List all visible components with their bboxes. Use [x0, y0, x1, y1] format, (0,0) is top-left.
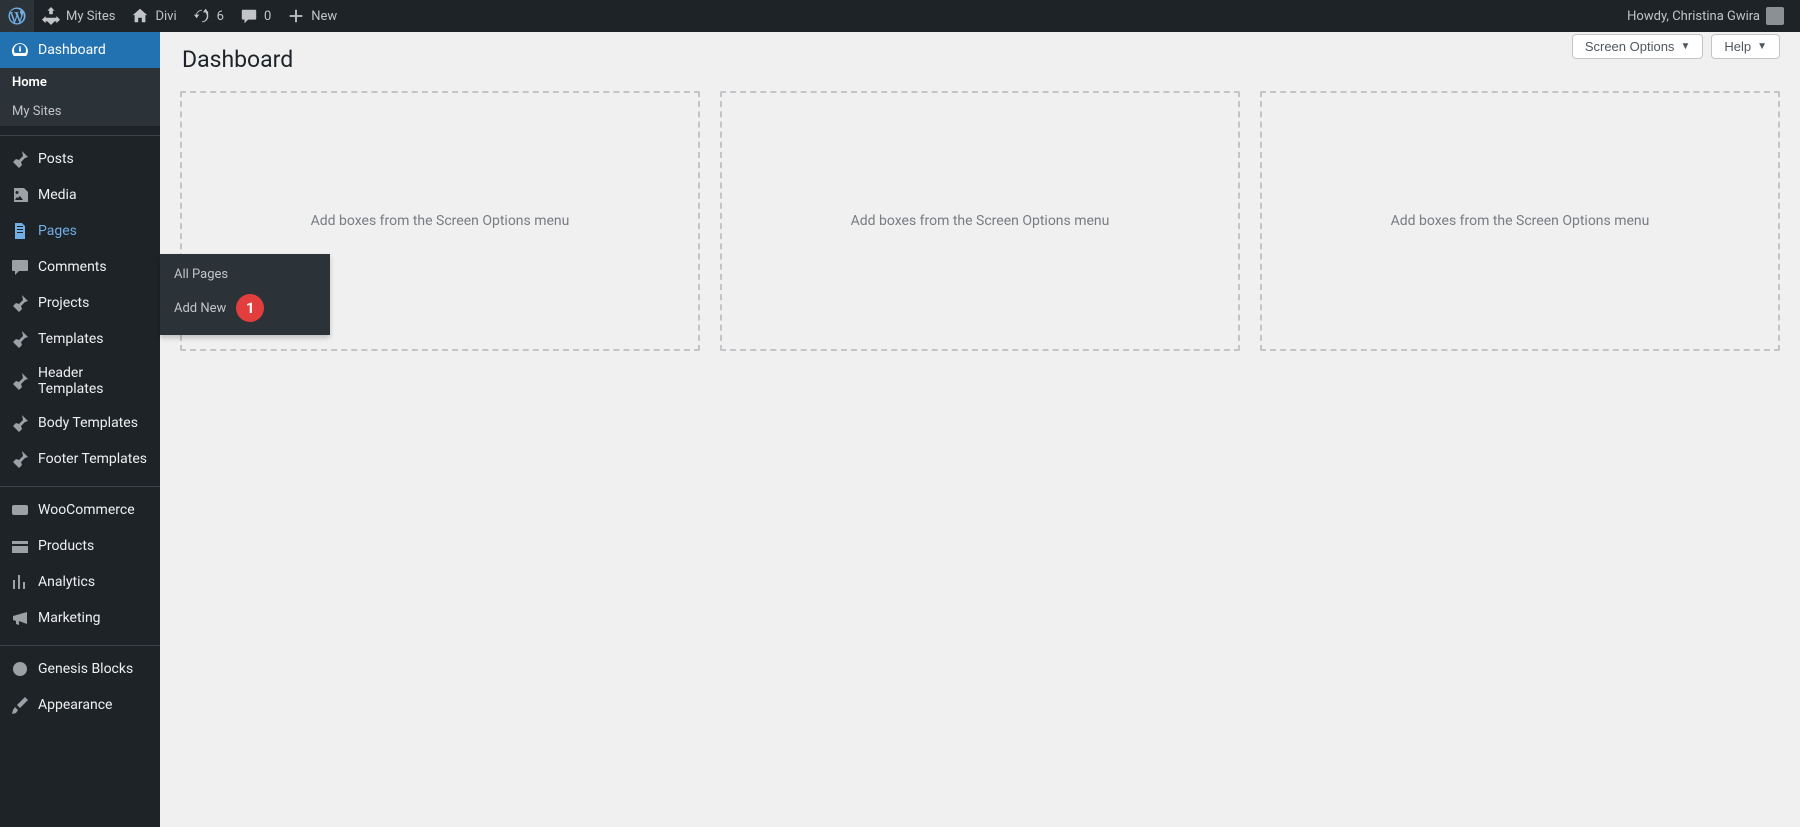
user-menu[interactable]: Howdy, Christina Gwira: [1619, 0, 1792, 32]
comment-icon: [240, 7, 258, 25]
sidebar-item-genesis-blocks[interactable]: Genesis Blocks: [0, 651, 160, 687]
sidebar-item-comments[interactable]: Comments: [0, 249, 160, 285]
sidebar-item-posts[interactable]: Posts: [0, 141, 160, 177]
menu-label: Footer Templates: [38, 451, 147, 467]
menu-label: Products: [38, 538, 94, 554]
toggle-label: Help: [1724, 39, 1751, 54]
user-avatar-icon: [1766, 7, 1784, 25]
menu-label: Pages: [38, 223, 77, 239]
flyout-label: Add New: [174, 301, 226, 316]
menu-label: Dashboard: [38, 42, 106, 58]
home-icon: [131, 7, 149, 25]
sidebar-item-body-templates[interactable]: Body Templates: [0, 405, 160, 441]
menu-label: Header Templates: [38, 365, 150, 397]
menu-label: Marketing: [38, 610, 101, 626]
menu-label: Appearance: [38, 697, 112, 713]
admin-bar-right: Howdy, Christina Gwira: [1619, 0, 1792, 32]
menu-label: Analytics: [38, 574, 95, 590]
menu-label: Genesis Blocks: [38, 661, 133, 677]
dashboard-columns: Add boxes from the Screen Options menu A…: [180, 91, 1780, 351]
sidebar-item-analytics[interactable]: Analytics: [0, 564, 160, 600]
pushpin-icon: [10, 413, 30, 433]
sidebar-item-projects[interactable]: Projects: [0, 285, 160, 321]
new-content-menu[interactable]: New: [279, 0, 345, 32]
megaphone-icon: [10, 608, 30, 628]
dashboard-dropzone[interactable]: Add boxes from the Screen Options menu: [1260, 91, 1780, 351]
screen-meta-toggles: Screen Options ▼ Help ▼: [1572, 34, 1780, 59]
wordpress-logo-icon: [8, 7, 26, 25]
page-icon: [10, 221, 30, 241]
pushpin-icon: [10, 449, 30, 469]
products-icon: [10, 536, 30, 556]
sidebar-item-woocommerce[interactable]: WooCommerce: [0, 492, 160, 528]
dashboard-icon: [10, 40, 30, 60]
menu-separator: [0, 131, 160, 136]
chart-bar-icon: [10, 572, 30, 592]
admin-bar: My Sites Divi 6 0 New: [0, 0, 1800, 32]
wp-logo-menu[interactable]: [0, 0, 34, 32]
pushpin-icon: [10, 329, 30, 349]
my-sites-menu[interactable]: My Sites: [34, 0, 123, 32]
comments-count: 0: [264, 9, 271, 24]
flyout-item-all-pages[interactable]: All Pages: [160, 261, 330, 288]
menu-label: Projects: [38, 295, 89, 311]
comment-icon: [10, 257, 30, 277]
sidebar-item-pages[interactable]: Pages: [0, 213, 160, 249]
sidebar-item-footer-templates[interactable]: Footer Templates: [0, 441, 160, 477]
sidebar-item-products[interactable]: Products: [0, 528, 160, 564]
menu-label: WooCommerce: [38, 502, 135, 518]
menu-separator: [0, 641, 160, 646]
submenu-item-home[interactable]: Home: [0, 68, 160, 97]
greeting-text: Howdy, Christina Gwira: [1627, 9, 1760, 24]
site-name-label: Divi: [155, 9, 176, 24]
menu-label: Body Templates: [38, 415, 138, 431]
main-content: Screen Options ▼ Help ▼ Dashboard Add bo…: [160, 32, 1800, 827]
menu-label: Templates: [38, 331, 104, 347]
flyout-item-add-new[interactable]: Add New 1: [160, 288, 330, 328]
sidebar-item-header-templates[interactable]: Header Templates: [0, 357, 160, 405]
sidebar-item-media[interactable]: Media: [0, 177, 160, 213]
brush-icon: [10, 695, 30, 715]
submenu-item-my-sites[interactable]: My Sites: [0, 97, 160, 126]
sidebar-item-dashboard[interactable]: Dashboard: [0, 32, 160, 68]
network-icon: [42, 7, 60, 25]
pushpin-icon: [10, 293, 30, 313]
comments-menu[interactable]: 0: [232, 0, 279, 32]
pushpin-icon: [10, 149, 30, 169]
site-name-menu[interactable]: Divi: [123, 0, 184, 32]
pages-flyout-submenu: All Pages Add New 1: [160, 254, 330, 335]
flyout-label: All Pages: [174, 267, 228, 282]
admin-sidebar: Dashboard Home My Sites Posts Media Page…: [0, 32, 160, 827]
sidebar-item-templates[interactable]: Templates: [0, 321, 160, 357]
plus-icon: [287, 7, 305, 25]
empty-hint: Add boxes from the Screen Options menu: [1391, 213, 1650, 229]
chevron-down-icon: ▼: [1680, 41, 1690, 52]
genesis-icon: [10, 659, 30, 679]
dashboard-submenu: Home My Sites: [0, 68, 160, 126]
updates-menu[interactable]: 6: [185, 0, 232, 32]
new-content-label: New: [311, 9, 337, 24]
menu-separator: [0, 482, 160, 487]
pushpin-icon: [10, 371, 30, 391]
updates-count: 6: [217, 9, 224, 24]
dashboard-dropzone[interactable]: Add boxes from the Screen Options menu: [720, 91, 1240, 351]
media-icon: [10, 185, 30, 205]
page-title: Dashboard: [180, 32, 1780, 91]
sidebar-item-marketing[interactable]: Marketing: [0, 600, 160, 636]
empty-hint: Add boxes from the Screen Options menu: [851, 213, 1110, 229]
help-toggle[interactable]: Help ▼: [1711, 34, 1780, 59]
screen-options-toggle[interactable]: Screen Options ▼: [1572, 34, 1704, 59]
sidebar-item-appearance[interactable]: Appearance: [0, 687, 160, 723]
update-icon: [193, 7, 211, 25]
chevron-down-icon: ▼: [1757, 41, 1767, 52]
empty-hint: Add boxes from the Screen Options menu: [311, 213, 570, 229]
menu-label: Comments: [38, 259, 107, 275]
toggle-label: Screen Options: [1585, 39, 1675, 54]
admin-bar-left: My Sites Divi 6 0 New: [0, 0, 345, 32]
menu-label: Media: [38, 187, 77, 203]
menu-label: Posts: [38, 151, 74, 167]
my-sites-label: My Sites: [66, 9, 115, 24]
woocommerce-icon: [10, 500, 30, 520]
callout-badge: 1: [236, 294, 264, 322]
